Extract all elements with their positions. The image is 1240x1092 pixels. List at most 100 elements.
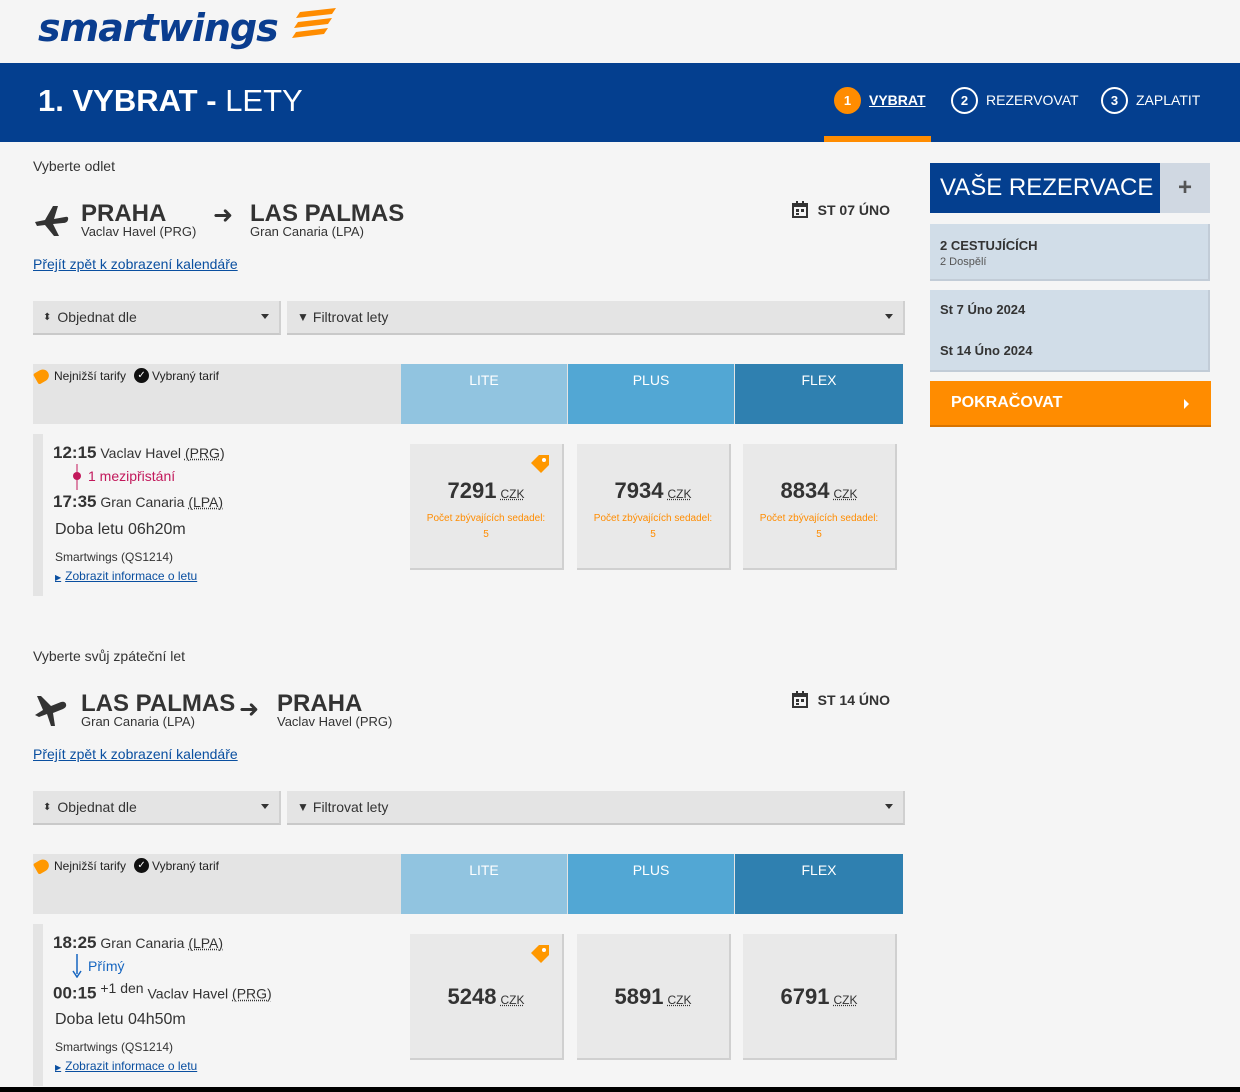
inbound-section: Vyberte svůj zpáteční let LAS PALMAS Gra… (32, 648, 905, 1088)
filter-flights-dropdown[interactable]: ▼ Filtrovat lety (287, 791, 905, 825)
flight-duration: Doba letu 06h20m (55, 521, 186, 538)
outbound-route: PRAHA Vaclav Havel (PRG) ➜ LAS PALMAS Gr… (33, 198, 903, 248)
plane-arrival-icon (35, 696, 67, 726)
stop-connector-icon (73, 464, 81, 490)
departure-time: 18:25 Gran Canaria (LPA) (53, 933, 224, 952)
expand-plus-button[interactable]: + (1160, 163, 1210, 213)
step-select[interactable]: 1 VYBRAT (834, 85, 926, 115)
passengers-detail: 2 Dospělí (940, 256, 987, 268)
passengers-count: 2 CESTUJÍCÍCH (940, 238, 1038, 253)
seats-remaining: Počet zbývajících sedadel: 5 (426, 513, 546, 540)
bottom-border (0, 1087, 1240, 1092)
fare-card-lite[interactable]: 5248 CZK (410, 934, 564, 1060)
step-number: 3 (1101, 86, 1128, 114)
fare-column-lite: LITE (401, 364, 567, 424)
dates-box: St 7 Úno 2024 St 14 Úno 2024 (930, 290, 1210, 372)
fare-price: 8834 CZK (780, 478, 858, 503)
sort-icon: ⬍ (43, 801, 52, 813)
outbound-date-summary: St 7 Úno 2024 (940, 302, 1026, 317)
row-rail (33, 434, 43, 596)
departure-time: 12:15 Vaclav Havel (PRG) (53, 443, 225, 462)
fare-header: Nejnižší tarify ✓ Vybraný tarif LITE PLU… (32, 854, 903, 914)
outbound-flight-row: 12:15 Vaclav Havel (PRG) 1 mezipřistání … (33, 434, 903, 596)
origin-airport: Vaclav Havel (PRG) (81, 224, 197, 239)
reservation-summary-header: VAŠE REZERVACE + (930, 163, 1210, 213)
flight-info-link[interactable]: ▶ Zobrazit informace o letu (55, 569, 197, 583)
inbound-section-label: Vyberte svůj zpáteční let (33, 648, 186, 664)
arrival-time: 17:35 Gran Canaria (LPA) (53, 492, 224, 511)
flight-number: Smartwings (QS1214) (55, 550, 174, 564)
plane-departure-icon (35, 206, 69, 236)
calendar-icon (791, 691, 808, 708)
outbound-section: Vyberte odlet PRAHA Vaclav Havel (PRG) ➜… (32, 158, 905, 603)
filter-flights-dropdown[interactable]: ▼ Filtrovat lety (287, 301, 905, 335)
back-to-calendar-link[interactable]: Přejít zpět k zobrazení kalendáře (33, 256, 238, 272)
lowest-fare-tag-icon (531, 945, 549, 963)
step-pay[interactable]: 3 ZAPLATIT (1101, 85, 1200, 115)
direct-label: Přímý (88, 958, 125, 974)
direct-arrow-icon (72, 954, 82, 978)
sort-icon: ⬍ (43, 311, 52, 323)
order-by-dropdown[interactable]: ⬍ Objednat dle (33, 791, 281, 825)
fare-price: 5891 CZK (614, 984, 692, 1009)
inbound-route: LAS PALMAS Gran Canaria (LPA) ➜ PRAHA Va… (33, 688, 903, 738)
chevron-down-icon (261, 314, 269, 319)
fare-card-flex[interactable]: 8834 CZK Počet zbývajících sedadel: 5 (743, 444, 897, 570)
arrow-right-icon: ➜ (239, 696, 260, 723)
inbound-flight-row: 18:25 Gran Canaria (LPA) Přímý 00:15 +1 … (33, 924, 903, 1086)
stops-count: 1 mezipřistání (88, 468, 176, 484)
calendar-icon (791, 201, 808, 218)
flight-duration: Doba letu 04h50m (55, 1011, 186, 1028)
fare-card-lite[interactable]: 7291 CZK Počet zbývajících sedadel: 5 (410, 444, 564, 570)
arrow-right-icon: ➜ (213, 202, 234, 229)
reservation-title: VAŠE REZERVACE (940, 174, 1154, 201)
filter-icon: ▼ (297, 310, 309, 324)
destination-airport: Gran Canaria (LPA) (250, 224, 364, 239)
passengers-box: 2 CESTUJÍCÍCH 2 Dospělí (930, 224, 1210, 281)
flight-number: Smartwings (QS1214) (55, 1040, 174, 1054)
fare-legend: Nejnižší tarify ✓ Vybraný tarif (32, 856, 219, 875)
fare-column-flex: FLEX (735, 364, 903, 424)
lowest-fare-tag-icon (32, 366, 52, 385)
arrival-time: 00:15 +1 den Vaclav Havel (PRG) (53, 980, 272, 1003)
return-date-summary: St 14 Úno 2024 (940, 343, 1033, 358)
fare-price: 5248 CZK (447, 984, 525, 1009)
step-reserve[interactable]: 2 REZERVOVAT (951, 85, 1079, 115)
seats-remaining: Počet zbývajících sedadel: 5 (593, 513, 713, 540)
lowest-fare-tag-icon (531, 455, 549, 473)
caret-right-icon (1184, 399, 1189, 409)
origin-airport: Gran Canaria (LPA) (81, 714, 195, 729)
continue-button[interactable]: POKRAČOVAT (930, 381, 1211, 427)
smartwings-logo[interactable]: smartwings (38, 6, 279, 50)
step-number: 1 (834, 86, 861, 114)
page-title: 1. VYBRAT - LETY (38, 83, 303, 118)
outbound-section-label: Vyberte odlet (33, 158, 115, 174)
caret-right-icon: ▶ (55, 573, 62, 582)
fare-card-plus[interactable]: 7934 CZK Počet zbývajících sedadel: 5 (577, 444, 731, 570)
logo-bar: smartwings (0, 0, 1240, 63)
check-circle-icon: ✓ (134, 858, 150, 873)
fare-column-plus: PLUS (568, 364, 734, 424)
fare-header: Nejnižší tarify ✓ Vybraný tarif LITE PLU… (32, 364, 903, 424)
fare-price: 7934 CZK (614, 478, 692, 503)
fare-column-flex: FLEX (735, 854, 903, 914)
lowest-fare-tag-icon (32, 856, 52, 875)
chevron-down-icon (885, 314, 893, 319)
flight-info-link[interactable]: ▶ Zobrazit informace o letu (55, 1059, 197, 1073)
active-step-indicator (824, 136, 931, 142)
page-header: 1. VYBRAT - LETY 1 VYBRAT 2 REZERVOVAT 3… (0, 63, 1240, 142)
chevron-down-icon (261, 804, 269, 809)
seats-remaining: Počet zbývajících sedadel: 5 (759, 513, 879, 540)
fare-card-flex[interactable]: 6791 CZK (743, 934, 897, 1060)
fare-price: 7291 CZK (447, 478, 525, 503)
step-label: REZERVOVAT (986, 92, 1079, 108)
caret-right-icon: ▶ (55, 1063, 62, 1072)
step-label: VYBRAT (869, 92, 926, 108)
chevron-down-icon (885, 804, 893, 809)
order-by-dropdown[interactable]: ⬍ Objednat dle (33, 301, 281, 335)
logo-wings-icon (292, 8, 336, 38)
fare-price: 6791 CZK (780, 984, 858, 1009)
fare-card-plus[interactable]: 5891 CZK (577, 934, 731, 1060)
back-to-calendar-link[interactable]: Přejít zpět k zobrazení kalendáře (33, 746, 238, 762)
fare-legend: Nejnižší tarify ✓ Vybraný tarif (32, 366, 219, 385)
